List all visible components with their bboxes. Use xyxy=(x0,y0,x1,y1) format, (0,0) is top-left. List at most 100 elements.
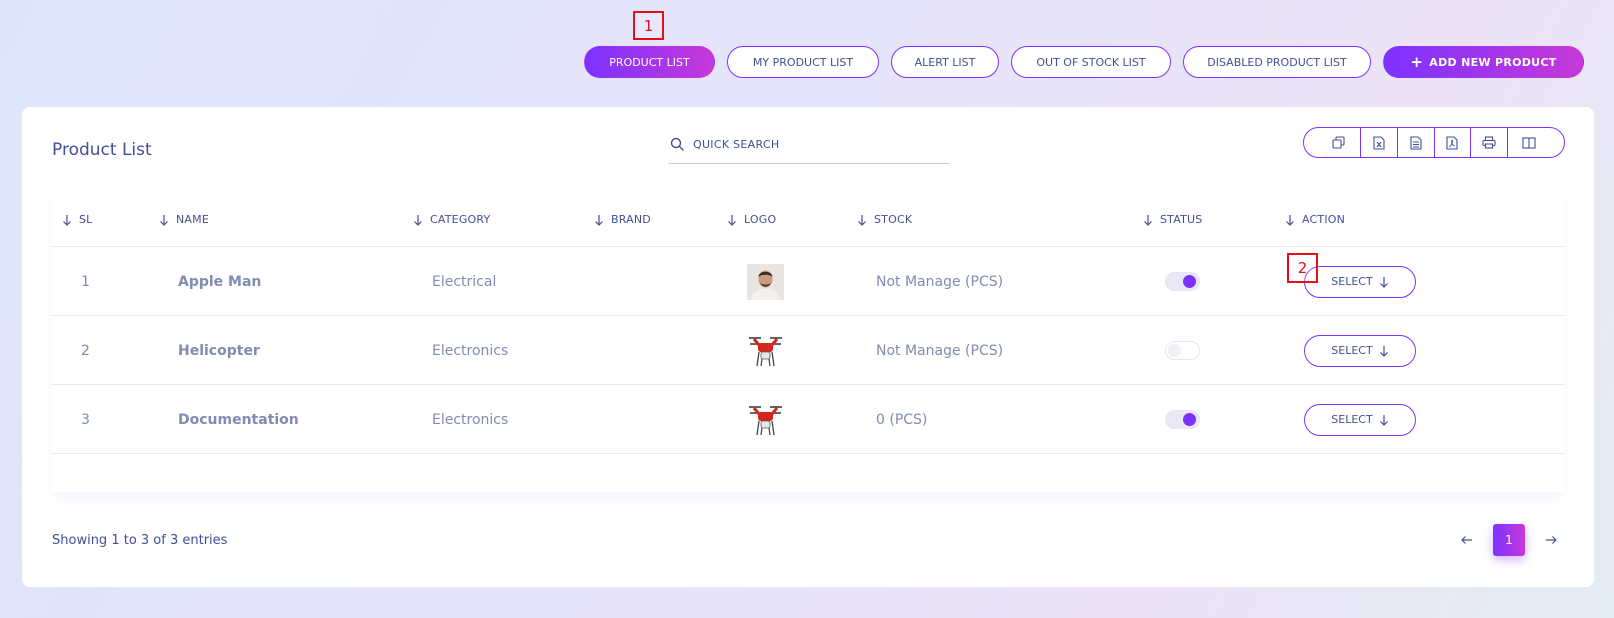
table-header: SL NAME CATEGORY BRAND LOGO STOCK STATUS… xyxy=(51,192,1565,247)
column-header-stock[interactable]: STOCK xyxy=(857,192,912,247)
arrow-left-icon xyxy=(1461,536,1472,544)
row-status xyxy=(1165,385,1200,454)
row-stock: Not Manage (PCS) xyxy=(876,273,1004,290)
plus-icon: + xyxy=(1410,53,1424,71)
table-row: 2 Helicopter Electronics Not Manage (PCS… xyxy=(51,316,1565,385)
columns-button[interactable] xyxy=(1508,128,1564,157)
column-header-label: SL xyxy=(79,213,93,226)
row-action: SELECT xyxy=(1304,316,1416,385)
column-header-label: STATUS xyxy=(1160,213,1203,226)
annotation-marker-1: 1 xyxy=(633,11,664,40)
row-name: Apple Man xyxy=(178,273,262,290)
page-title: Product List xyxy=(52,140,152,160)
select-action-button[interactable]: SELECT xyxy=(1304,334,1416,367)
sort-arrow-icon xyxy=(595,214,603,226)
excel-icon xyxy=(1373,135,1385,150)
column-header-brand[interactable]: BRAND xyxy=(594,192,651,247)
column-header-sl[interactable]: SL xyxy=(62,192,93,247)
row-sl: 3 xyxy=(81,411,90,428)
select-action-button[interactable]: SELECT xyxy=(1304,265,1416,298)
pagination: 1 xyxy=(1452,524,1566,556)
row-category: Electronics xyxy=(432,411,509,428)
next-page-button[interactable] xyxy=(1536,525,1566,555)
previous-page-button[interactable] xyxy=(1452,525,1482,555)
column-header-status[interactable]: STATUS xyxy=(1143,192,1202,247)
row-stock: 0 (PCS) xyxy=(876,411,928,428)
print-button[interactable] xyxy=(1471,128,1509,157)
print-icon xyxy=(1482,136,1496,149)
tab-product-list[interactable]: PRODUCT LIST xyxy=(584,46,715,78)
csv-icon xyxy=(1410,135,1422,150)
row-sl: 1 xyxy=(81,273,90,290)
column-header-category[interactable]: CATEGORY xyxy=(413,192,490,247)
select-label: SELECT xyxy=(1331,344,1373,357)
row-status xyxy=(1165,316,1200,385)
sort-arrow-icon xyxy=(160,214,168,226)
column-header-label: LOGO xyxy=(744,213,777,226)
entries-info: Showing 1 to 3 of 3 entries xyxy=(52,533,228,548)
row-category: Electrical xyxy=(432,273,497,290)
tab-disabled-product-list[interactable]: DISABLED PRODUCT LIST xyxy=(1183,46,1371,78)
status-toggle[interactable] xyxy=(1165,272,1200,291)
column-header-label: STOCK xyxy=(874,213,913,226)
tab-alert-list[interactable]: ALERT LIST xyxy=(891,46,999,78)
status-toggle[interactable] xyxy=(1165,341,1200,360)
product-list-card: Product List QUICK SEARCH SL NAME CATEGO… xyxy=(22,107,1594,587)
column-header-logo[interactable]: LOGO xyxy=(727,192,776,247)
table-row: 1 Apple Man Electrical Not Manage (PCS) xyxy=(51,247,1565,316)
columns-icon xyxy=(1522,136,1536,149)
copy-button[interactable] xyxy=(1304,128,1361,157)
drone-photo-image xyxy=(747,332,784,369)
person-photo-image xyxy=(747,263,784,300)
copy-icon xyxy=(1332,136,1345,149)
arrow-right-icon xyxy=(1546,536,1557,544)
column-header-label: ACTION xyxy=(1302,213,1346,226)
tab-my-product-list[interactable]: MY PRODUCT LIST xyxy=(727,46,879,78)
row-action: SELECT xyxy=(1304,385,1416,454)
row-logo xyxy=(747,385,784,454)
csv-button[interactable] xyxy=(1398,128,1435,157)
column-header-label: BRAND xyxy=(611,213,651,226)
annotation-marker-2: 2 xyxy=(1287,253,1318,283)
arrow-down-icon xyxy=(1379,414,1388,426)
drone-photo-image xyxy=(747,401,784,438)
column-header-action[interactable]: ACTION xyxy=(1285,192,1345,247)
sort-arrow-icon xyxy=(858,214,866,226)
row-stock: Not Manage (PCS) xyxy=(876,342,1004,359)
row-action: SELECT xyxy=(1304,247,1416,316)
page-number-button[interactable]: 1 xyxy=(1493,524,1525,556)
row-logo xyxy=(747,247,784,316)
quick-search xyxy=(668,125,950,164)
product-table: SL NAME CATEGORY BRAND LOGO STOCK STATUS… xyxy=(51,192,1565,492)
row-logo xyxy=(747,316,784,385)
row-category: Electronics xyxy=(432,342,509,359)
status-toggle[interactable] xyxy=(1165,410,1200,429)
sort-arrow-icon xyxy=(1286,214,1294,226)
arrow-down-icon xyxy=(1379,276,1388,288)
row-sl: 2 xyxy=(81,342,90,359)
tab-out-of-stock-list[interactable]: OUT OF STOCK LIST xyxy=(1011,46,1171,78)
arrow-down-icon xyxy=(1379,345,1388,357)
select-label: SELECT xyxy=(1331,413,1373,426)
row-name: Documentation xyxy=(178,411,299,428)
add-new-product-label: ADD NEW PRODUCT xyxy=(1429,55,1557,69)
list-tabs: PRODUCT LIST MY PRODUCT LIST ALERT LIST … xyxy=(584,46,1584,78)
sort-arrow-icon xyxy=(1144,214,1152,226)
pdf-button[interactable] xyxy=(1435,128,1472,157)
sort-arrow-icon xyxy=(728,214,736,226)
select-action-button[interactable]: SELECT xyxy=(1304,403,1416,436)
column-header-label: NAME xyxy=(176,213,209,226)
pdf-icon xyxy=(1446,135,1458,150)
search-input[interactable] xyxy=(693,137,923,151)
row-status xyxy=(1165,247,1200,316)
sort-arrow-icon xyxy=(63,214,71,226)
column-header-label: CATEGORY xyxy=(430,213,491,226)
add-new-product-button[interactable]: + ADD NEW PRODUCT xyxy=(1383,46,1584,78)
table-row: 3 Documentation Electronics 0 (PCS) SELE… xyxy=(51,385,1565,454)
excel-button[interactable] xyxy=(1361,128,1398,157)
column-header-name[interactable]: NAME xyxy=(159,192,209,247)
export-button-group xyxy=(1303,127,1565,158)
search-icon xyxy=(670,137,684,151)
select-label: SELECT xyxy=(1331,275,1373,288)
sort-arrow-icon xyxy=(414,214,422,226)
